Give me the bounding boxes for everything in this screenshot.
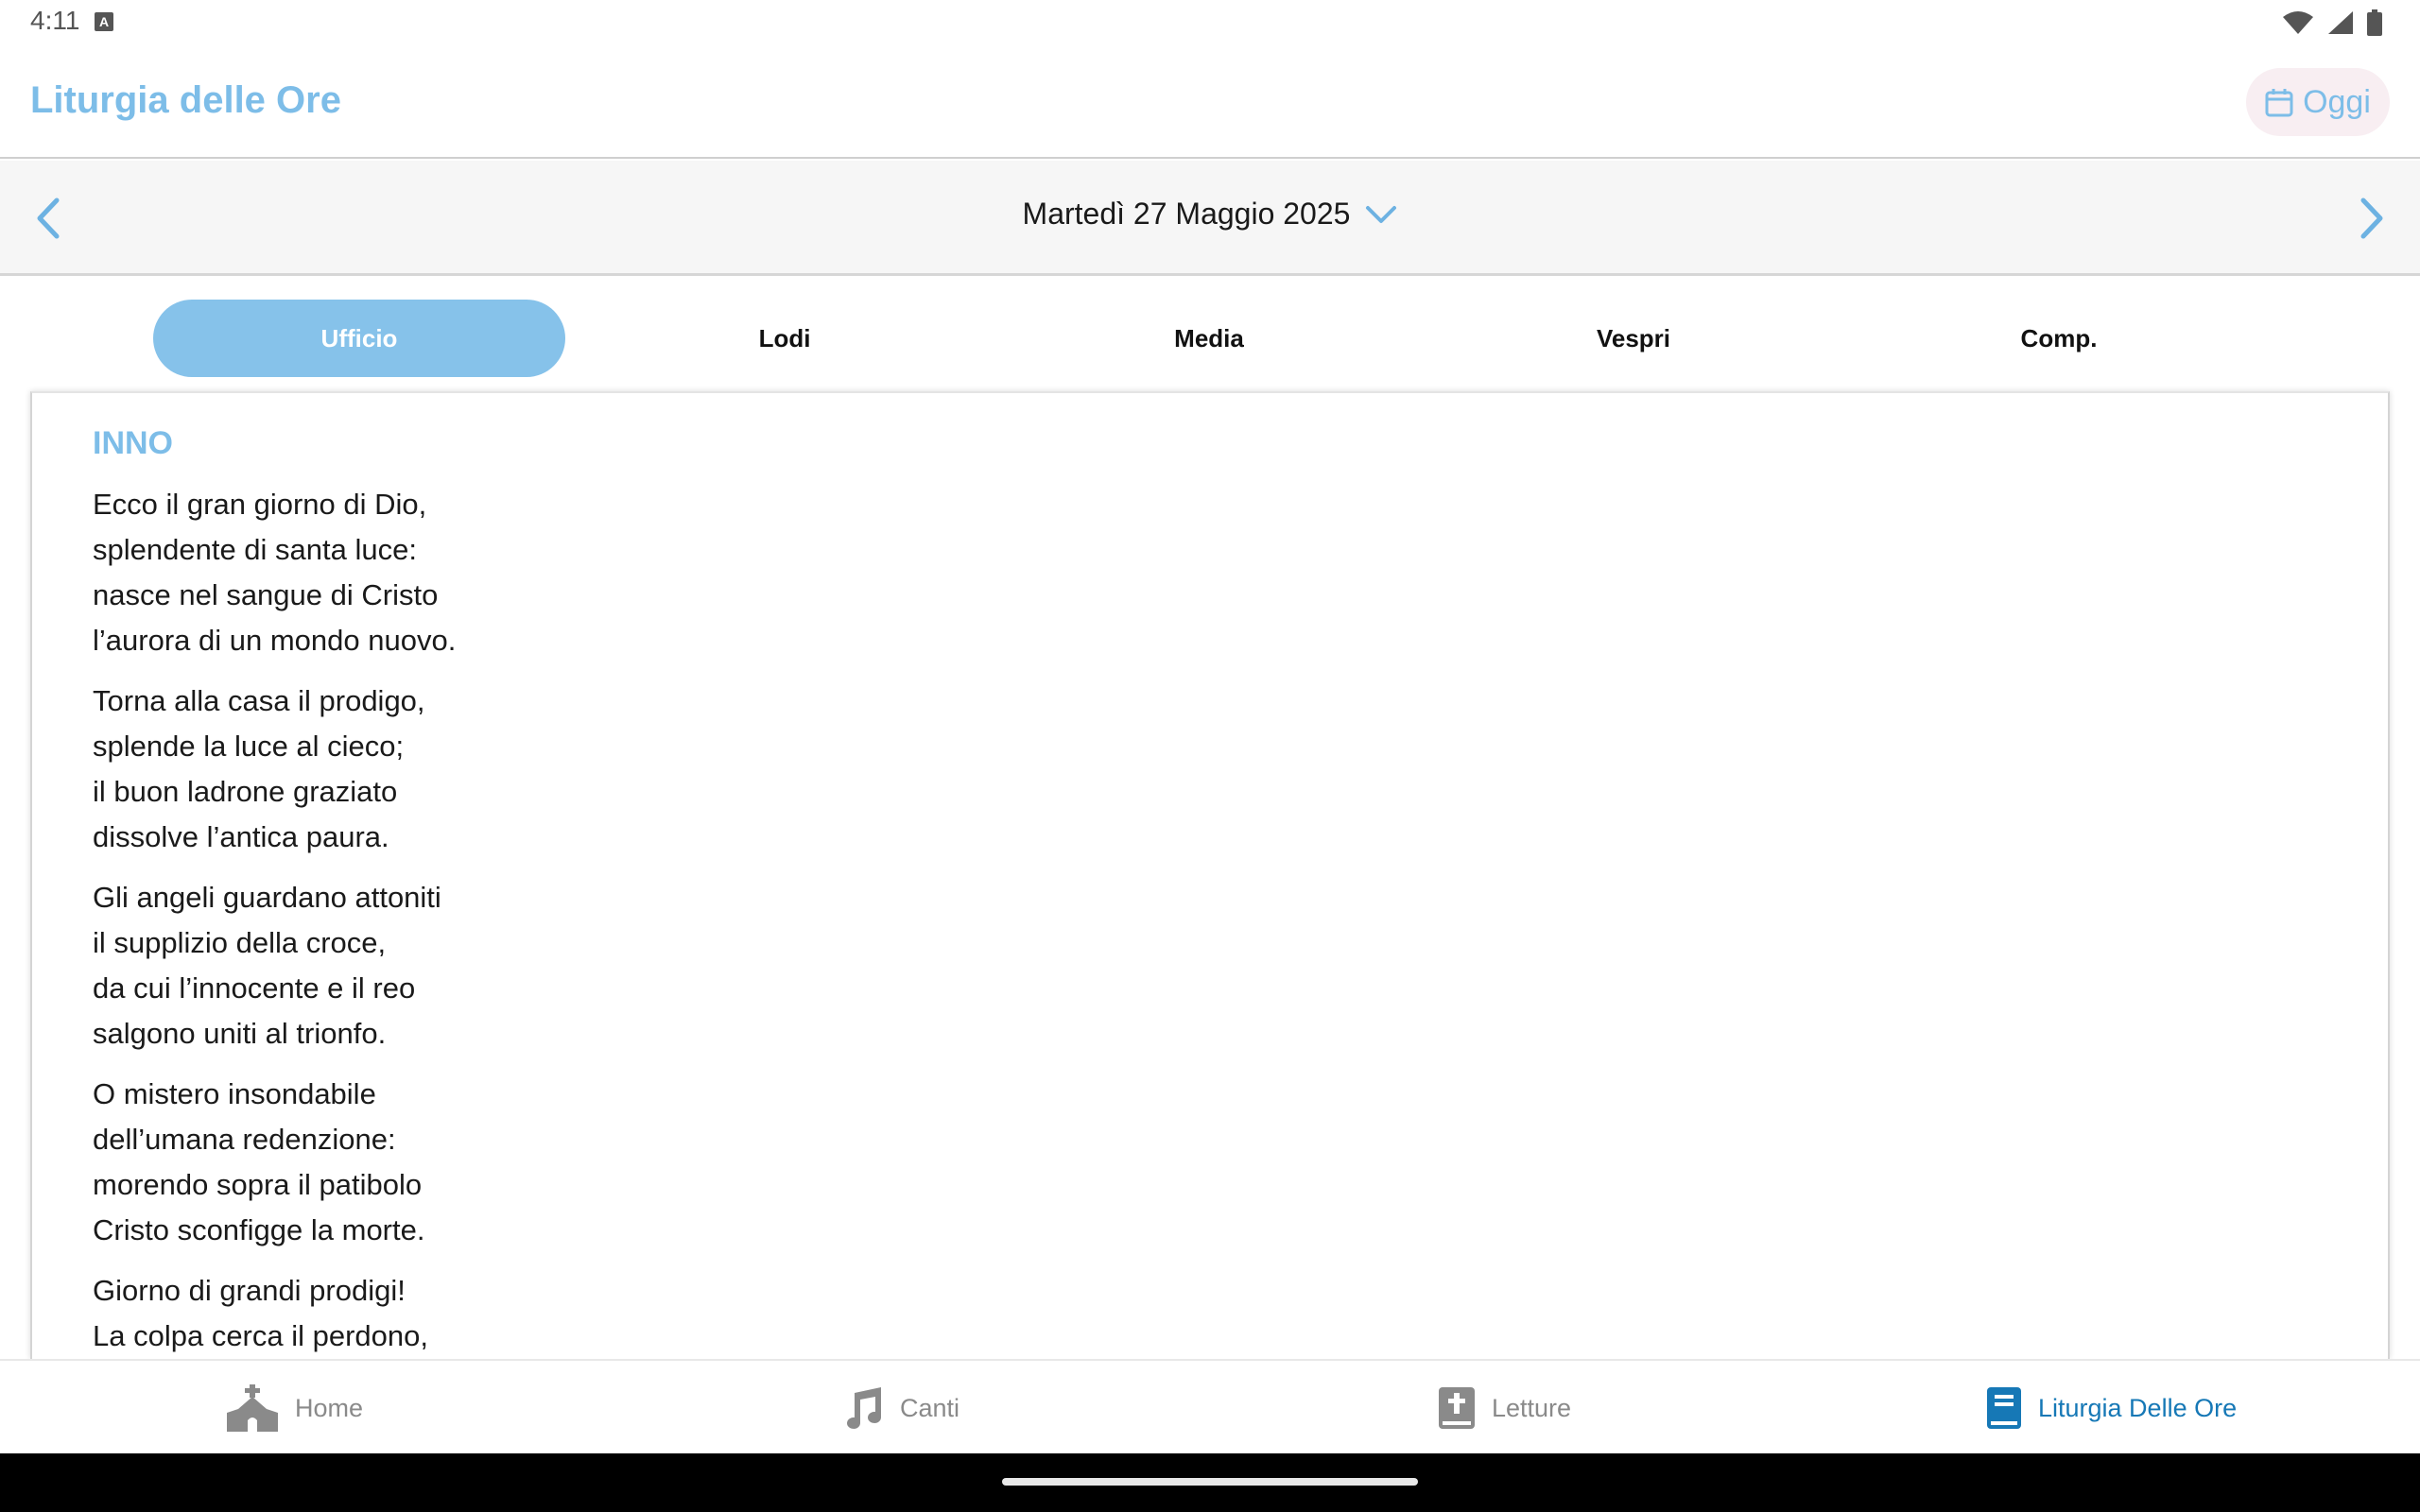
verse: nasce nel sangue di Cristo	[93, 578, 439, 611]
stanza: Giorno di grandi prodigi! La colpa cerca…	[93, 1268, 456, 1359]
hour-tabs: Ufficio Lodi Media Vespri Comp.	[0, 279, 2420, 392]
verse: O mistero insondabile	[93, 1077, 376, 1110]
calendar-icon	[2265, 89, 2293, 117]
verse: l’aurora di un mondo nuovo.	[93, 624, 457, 657]
stanza: Torna alla casa il prodigo, splende la l…	[93, 679, 456, 860]
system-navigation-bar	[0, 1453, 2420, 1512]
today-button[interactable]: Oggi	[2246, 68, 2390, 136]
wifi-icon	[2283, 11, 2313, 34]
today-button-label: Oggi	[2303, 83, 2371, 120]
chevron-right-icon	[2360, 198, 2383, 239]
verse: Giorno di grandi prodigi!	[93, 1274, 406, 1307]
verse: morendo sopra il patibolo	[93, 1168, 423, 1201]
nav-home-label: Home	[295, 1393, 364, 1422]
battery-icon	[2367, 9, 2382, 36]
bible-icon	[1439, 1387, 1475, 1429]
nav-home[interactable]: Home	[225, 1378, 363, 1438]
verse: Cristo sconfigge la morte.	[93, 1213, 425, 1246]
date-bar: Martedì 27 Maggio 2025	[0, 161, 2420, 276]
tab-comp[interactable]: Comp.	[1853, 300, 2265, 377]
status-time: 4:11	[30, 6, 80, 35]
chevron-down-icon	[1366, 205, 1397, 223]
status-icons	[2282, 9, 2382, 36]
stanza: O mistero insondabile dell’umana redenzi…	[93, 1072, 456, 1253]
nav-canti[interactable]: Canti	[839, 1378, 959, 1438]
status-bar: 4:11 A	[0, 0, 2420, 45]
church-icon	[227, 1384, 278, 1432]
section-title: INNO	[93, 425, 173, 461]
hymn-text: Ecco il gran giorno di Dio, splendente d…	[93, 482, 456, 1359]
app-bar: Liturgia delle Ore Oggi	[0, 45, 2420, 159]
stanza: Gli angeli guardano attoniti il supplizi…	[93, 875, 456, 1057]
tab-media[interactable]: Media	[1003, 300, 1415, 377]
app-title: Liturgia delle Ore	[30, 79, 341, 121]
bottom-navigation: Home Canti Letture Liturgia Delle Ore	[0, 1359, 2420, 1453]
verse: Ecco il gran giorno di Dio,	[93, 488, 427, 521]
current-date: Martedì 27 Maggio 2025	[1022, 197, 1351, 231]
music-note-icon	[847, 1387, 881, 1429]
verse: da cui l’innocente e il reo	[93, 971, 416, 1005]
verse: splendente di santa luce:	[93, 533, 417, 566]
tab-lodi[interactable]: Lodi	[579, 300, 991, 377]
next-day-button[interactable]	[2350, 195, 2392, 242]
book-icon	[1987, 1387, 2021, 1429]
home-gesture-handle[interactable]	[1002, 1478, 1418, 1486]
date-selector[interactable]: Martedì 27 Maggio 2025	[0, 197, 2420, 232]
nav-liturgia-delle-ore[interactable]: Liturgia Delle Ore	[1985, 1378, 2237, 1438]
nav-letture-label: Letture	[1492, 1393, 1572, 1422]
verse: salgono uniti al trionfo.	[93, 1017, 387, 1050]
content-card[interactable]: INNO Ecco il gran giorno di Dio, splende…	[30, 391, 2390, 1359]
tab-vespri[interactable]: Vespri	[1427, 300, 1840, 377]
a-icon: A	[95, 12, 113, 31]
verse: il buon ladrone graziato	[93, 775, 398, 808]
verse: La colpa cerca il perdono,	[93, 1319, 429, 1352]
verse: Gli angeli guardano attoniti	[93, 881, 441, 914]
verse: il supplizio della croce,	[93, 926, 387, 959]
verse: Torna alla casa il prodigo,	[93, 684, 425, 717]
verse: dissolve l’antica paura.	[93, 820, 389, 853]
tab-ufficio[interactable]: Ufficio	[153, 300, 565, 377]
verse: splende la luce al cieco;	[93, 730, 405, 763]
nav-letture[interactable]: Letture	[1437, 1378, 1571, 1438]
nav-liturgia-delle-ore-label: Liturgia Delle Ore	[2038, 1393, 2238, 1422]
stanza: Ecco il gran giorno di Dio, splendente d…	[93, 482, 456, 663]
signal-icon	[2328, 11, 2353, 34]
nav-canti-label: Canti	[900, 1393, 960, 1422]
verse: dell’umana redenzione:	[93, 1123, 396, 1156]
